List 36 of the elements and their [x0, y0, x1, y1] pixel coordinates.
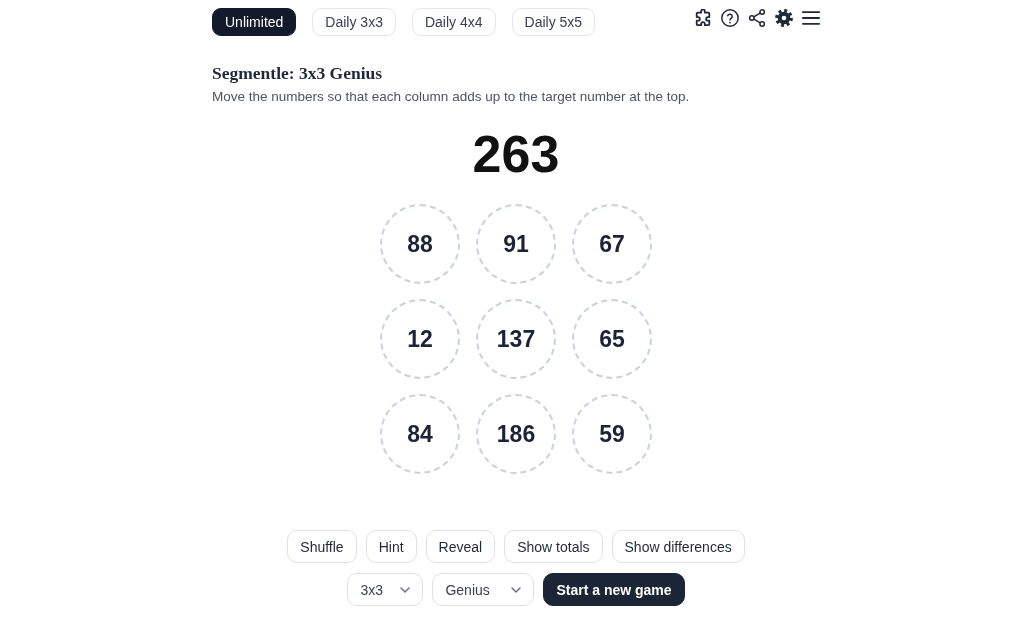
settings-button[interactable]	[775, 9, 793, 27]
help-icon	[721, 9, 739, 27]
mode-tab[interactable]: Daily 3x3	[312, 8, 396, 36]
action-button[interactable]: Shuffle	[287, 530, 357, 563]
menu-icon	[802, 9, 820, 27]
share-button[interactable]	[748, 9, 766, 27]
number-tile[interactable]: 91	[476, 204, 556, 284]
number-tile[interactable]: 65	[572, 299, 652, 379]
puzzle-icon	[694, 9, 712, 27]
number-tile[interactable]: 88	[380, 204, 460, 284]
number-tile[interactable]: 59	[572, 394, 652, 474]
puzzle-button[interactable]	[694, 9, 712, 27]
menu-button[interactable]	[802, 9, 820, 27]
chevron-down-icon	[400, 586, 411, 593]
difficulty-dropdown[interactable]: Genius	[432, 573, 535, 606]
share-icon	[748, 9, 766, 27]
mode-tab[interactable]: Daily 4x4	[411, 8, 496, 36]
number-tile[interactable]: 186	[476, 394, 556, 474]
mode-tab[interactable]: Daily 5x5	[511, 8, 596, 36]
settings-icon	[775, 9, 793, 27]
instructions-text: Move the numbers so that each column adds up to the target number at the top.	[212, 88, 691, 106]
action-button[interactable]: Show differences	[611, 530, 745, 563]
mode-tab[interactable]: Unlimited	[212, 8, 297, 36]
number-tile[interactable]: 84	[380, 394, 460, 474]
action-button[interactable]: Reveal	[425, 530, 496, 563]
number-tile[interactable]: 12	[380, 299, 460, 379]
number-tile[interactable]: 67	[572, 204, 652, 284]
size-dropdown[interactable]: 3x3	[347, 573, 424, 606]
action-button[interactable]: Show totals	[504, 530, 603, 563]
puzzle-title: Segmentle: 3x3 Genius	[212, 62, 384, 84]
new-game-button[interactable]: Start a new game	[543, 573, 685, 606]
chevron-down-icon	[511, 586, 522, 593]
target-number: 263	[472, 124, 560, 184]
number-tile[interactable]: 137	[476, 299, 556, 379]
action-button[interactable]: Hint	[365, 530, 417, 563]
help-button[interactable]	[721, 9, 739, 27]
